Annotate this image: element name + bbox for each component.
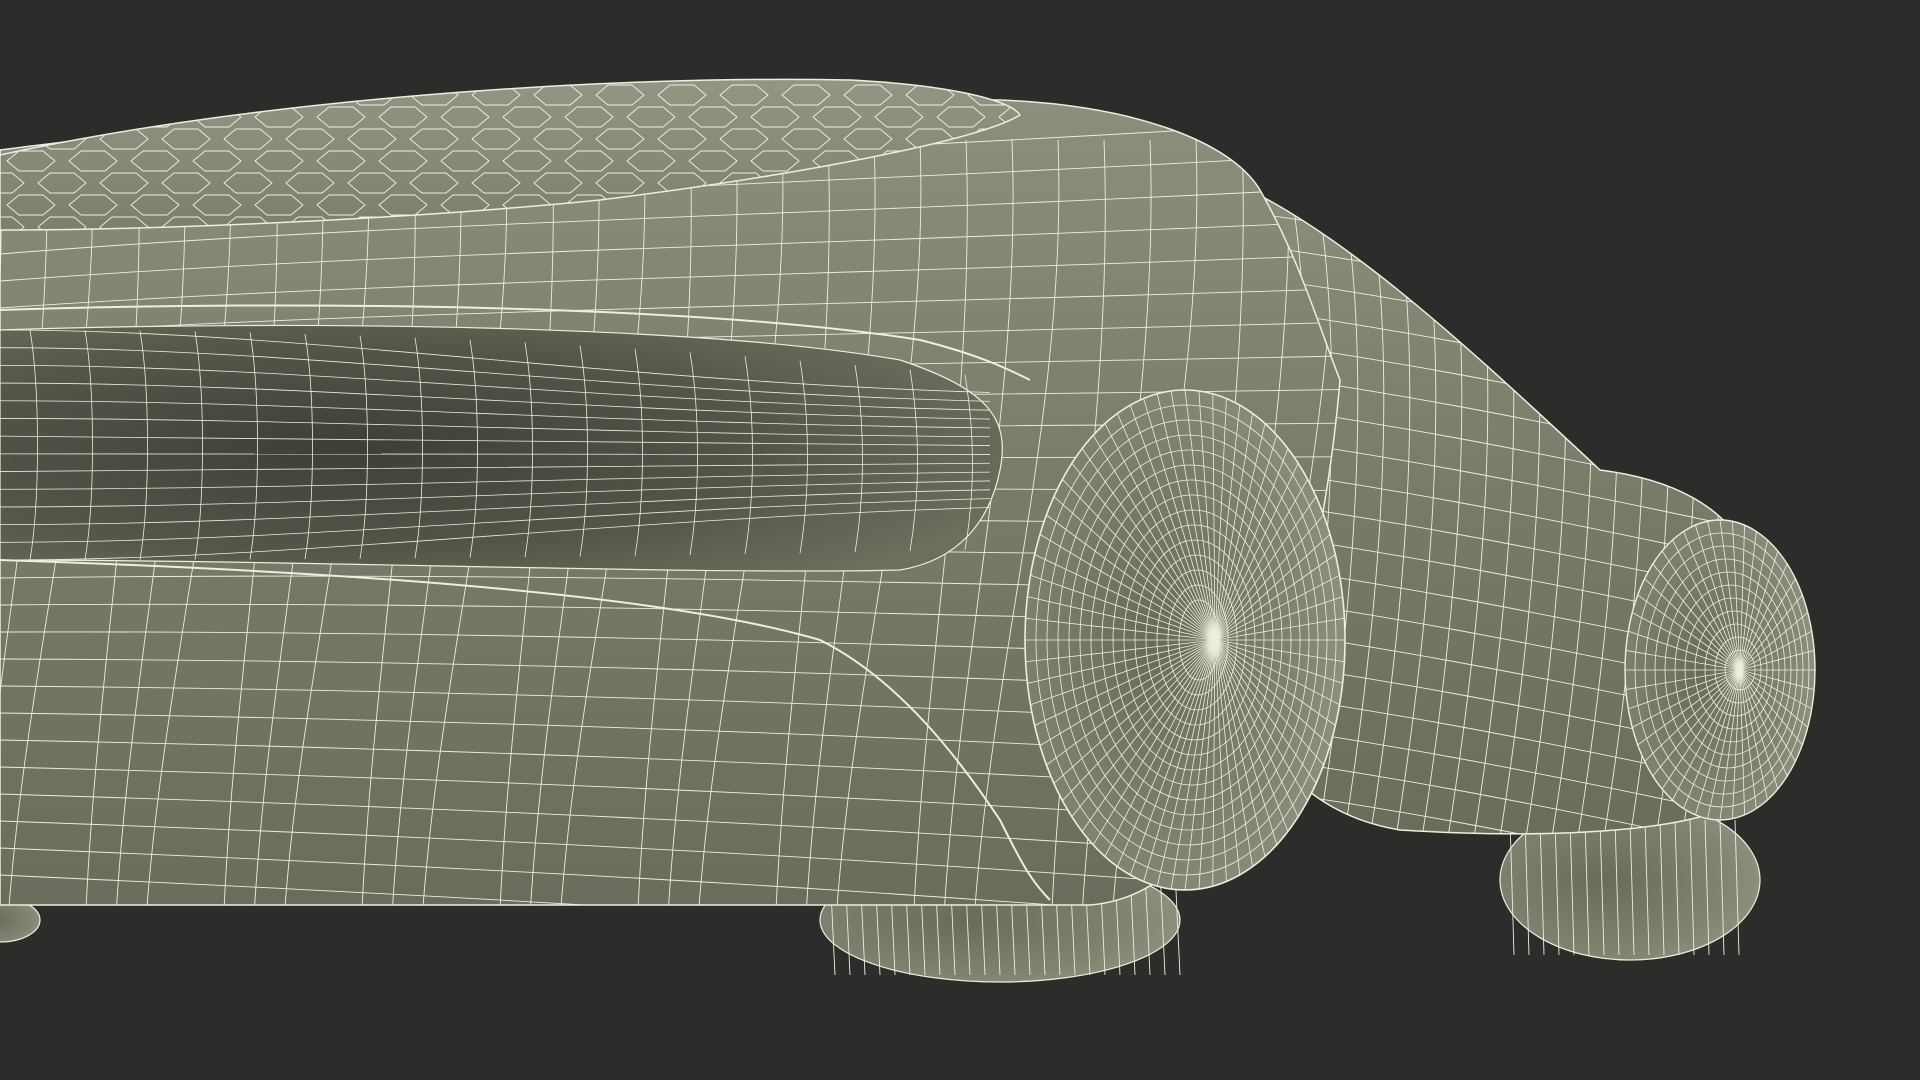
wireframe-viewport bbox=[0, 0, 1920, 1080]
car-wireframe-render bbox=[0, 78, 1816, 983]
rear-wheel bbox=[1024, 389, 1346, 891]
side-recess bbox=[0, 324, 1003, 572]
